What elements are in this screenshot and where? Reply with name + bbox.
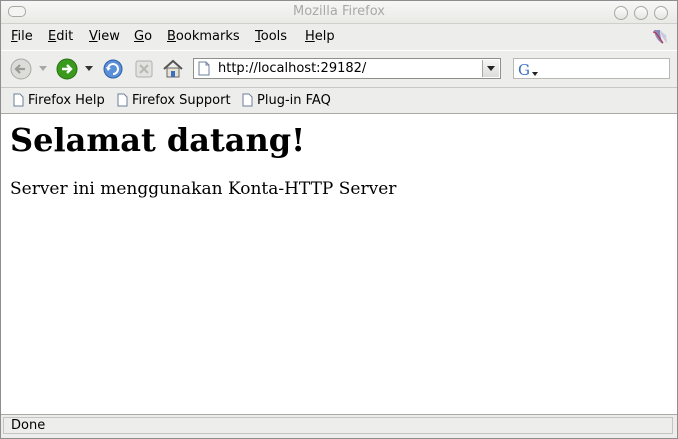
bookmark-label: Firefox Support xyxy=(132,93,231,108)
browser-window: Mozilla Firefox File Edit View Go Bookma… xyxy=(0,0,678,439)
page-content: Selamat datang! Server ini menggunakan K… xyxy=(1,114,677,414)
search-bar[interactable]: G xyxy=(513,58,670,79)
url-input[interactable] xyxy=(218,60,473,77)
bookmark-page-icon xyxy=(117,93,128,107)
chevron-down-icon xyxy=(487,66,495,71)
page-body-text: Server ini menggunakan Konta-HTTP Server xyxy=(10,179,397,199)
menu-file[interactable]: File xyxy=(11,29,33,44)
search-engine-icon[interactable]: G xyxy=(517,61,539,78)
bookmark-label: Plug-in FAQ xyxy=(257,93,331,108)
url-history-dropdown[interactable] xyxy=(482,60,499,77)
menu-edit[interactable]: Edit xyxy=(48,29,73,44)
forward-icon[interactable] xyxy=(55,57,79,81)
status-text: Done xyxy=(3,417,673,434)
reload-icon[interactable] xyxy=(101,57,125,81)
search-input[interactable] xyxy=(542,60,666,77)
page-icon xyxy=(198,61,210,76)
window-title: Mozilla Firefox xyxy=(293,4,385,19)
throbber-icon xyxy=(652,30,667,44)
back-icon[interactable] xyxy=(9,57,33,81)
forward-dropdown-icon[interactable] xyxy=(85,66,93,72)
navigation-toolbar: G xyxy=(1,51,677,88)
minimize-button[interactable] xyxy=(614,6,628,20)
back-dropdown-icon[interactable] xyxy=(39,66,47,72)
title-bar: Mozilla Firefox xyxy=(1,1,677,24)
url-bar[interactable] xyxy=(193,58,501,79)
menu-help[interactable]: Help xyxy=(305,29,335,44)
menu-bookmarks[interactable]: Bookmarks xyxy=(167,29,240,44)
bookmark-page-icon xyxy=(13,93,24,107)
bookmark-page-icon xyxy=(242,93,253,107)
bookmark-label: Firefox Help xyxy=(28,93,105,108)
maximize-button[interactable] xyxy=(634,6,648,20)
svg-text:G: G xyxy=(518,61,530,78)
menu-view[interactable]: View xyxy=(89,29,120,44)
bookmarks-toolbar: Firefox Help Firefox Support Plug-in FAQ xyxy=(1,88,677,114)
menu-bar: File Edit View Go Bookmarks Tools Help xyxy=(1,24,677,50)
menu-tools[interactable]: Tools xyxy=(255,29,287,44)
status-bar: Done xyxy=(1,414,677,438)
close-button[interactable] xyxy=(654,6,668,20)
page-heading: Selamat datang! xyxy=(10,121,306,159)
home-icon[interactable] xyxy=(161,57,185,81)
menu-go[interactable]: Go xyxy=(134,29,152,44)
stop-icon[interactable] xyxy=(132,57,156,81)
